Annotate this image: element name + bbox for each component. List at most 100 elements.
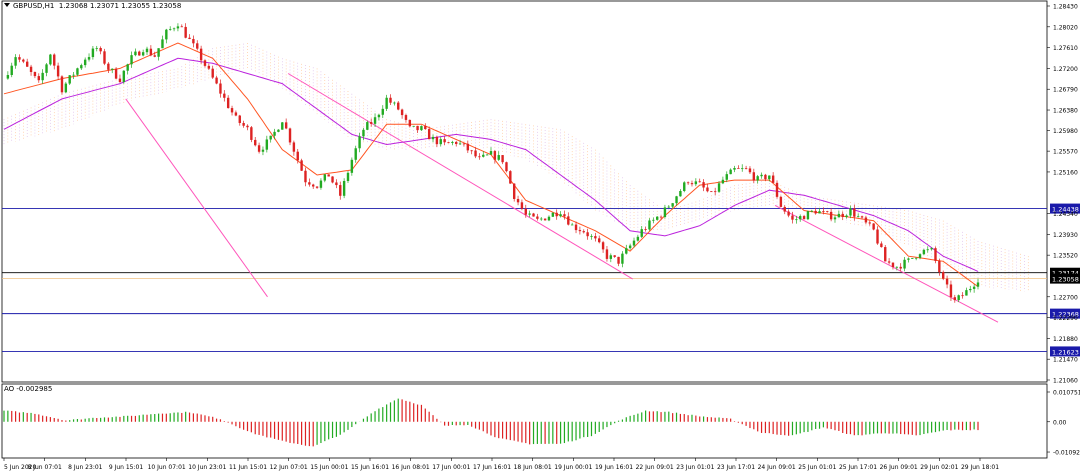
candle-body <box>860 216 864 218</box>
candle-body <box>652 219 655 221</box>
candle-body <box>176 26 180 29</box>
candle-body <box>524 208 527 215</box>
candle-body <box>416 125 419 131</box>
candle-body <box>141 52 145 56</box>
candle-body <box>455 141 458 145</box>
candle-body <box>118 78 122 82</box>
candle-body <box>153 55 156 57</box>
candle-body <box>795 219 798 221</box>
candle-body <box>783 206 786 212</box>
y-tick-label: 1.23520 <box>1053 253 1078 260</box>
candle-body <box>207 65 211 69</box>
slow-moving-average <box>3 57 979 272</box>
candle-body <box>516 198 520 203</box>
candle-body <box>737 168 740 169</box>
x-tick-label: 19 Jun 00:01 <box>554 464 592 471</box>
ao-y-tick-label: 0.00 <box>1053 419 1067 426</box>
candle-body <box>965 290 968 296</box>
candle-body <box>261 149 265 152</box>
candle-body <box>969 288 972 291</box>
candle-body <box>389 97 392 103</box>
candle-body <box>37 76 40 81</box>
x-tick-label: 15 Jun 00:01 <box>310 464 348 471</box>
candle-body <box>234 112 238 116</box>
ao-y-tick-label: -0.010929 <box>1053 450 1080 457</box>
candle-body <box>578 230 582 232</box>
x-tick-label: 11 Jun 15:01 <box>229 464 267 471</box>
candle-body <box>29 66 33 72</box>
trend-channel-line[interactable] <box>287 73 634 280</box>
candle-body <box>145 48 149 53</box>
candle-body <box>296 151 299 161</box>
candle-body <box>331 176 334 183</box>
candle-body <box>787 211 790 216</box>
candle-body <box>628 245 632 249</box>
candle-body <box>242 122 245 126</box>
candle-body <box>238 115 241 123</box>
candle-body <box>458 143 462 145</box>
candle-body <box>230 108 234 113</box>
candle-body <box>864 217 868 223</box>
candle-body <box>570 224 574 226</box>
candle-body <box>470 150 473 152</box>
candle-body <box>319 180 323 188</box>
candle-body <box>165 29 168 40</box>
candle-body <box>180 26 183 28</box>
candle-body <box>246 125 249 128</box>
x-tick-label: 10 Jun 07:01 <box>148 464 186 471</box>
candle-body <box>226 97 230 109</box>
candle-body <box>648 220 651 230</box>
candle-body <box>184 26 187 38</box>
x-tick-label: 23 Jun 17:01 <box>717 464 755 471</box>
x-tick-label: 25 Jun 17:01 <box>839 464 877 471</box>
candle-body <box>710 191 713 193</box>
candle-body <box>304 170 307 183</box>
candle-body <box>768 175 771 180</box>
candle-body <box>733 168 736 170</box>
candle-body <box>868 222 871 224</box>
candle-body <box>385 97 388 109</box>
y-tick-label: 1.28020 <box>1053 24 1078 31</box>
price-chart[interactable]: 1.244381.231741.223681.216231.230581.284… <box>0 0 1080 474</box>
candle-body <box>802 216 806 220</box>
candle-body <box>439 139 442 145</box>
candle-body <box>520 202 524 209</box>
candle-body <box>849 208 852 216</box>
candle-body <box>574 224 578 231</box>
candle-body <box>845 215 848 218</box>
trend-channel-line[interactable] <box>125 98 268 298</box>
candle-body <box>308 182 311 185</box>
trend-channel-line[interactable] <box>774 204 999 323</box>
candle-body <box>957 295 960 301</box>
candle-body <box>451 141 454 143</box>
candle-body <box>327 174 330 177</box>
candle-body <box>412 125 415 127</box>
x-tick-label: 17 Jun 00:01 <box>432 464 470 471</box>
candle-body <box>482 154 485 157</box>
x-tick-label: 15 Jun 16:01 <box>351 464 389 471</box>
candle-body <box>536 216 539 219</box>
candle-body <box>284 122 288 129</box>
candle-body <box>300 160 303 171</box>
candle-body <box>273 131 276 136</box>
candle-body <box>918 254 922 258</box>
x-tick-label: 17 Jun 16:01 <box>473 464 511 471</box>
candle-body <box>814 210 817 214</box>
candle-body <box>938 260 941 273</box>
candle-body <box>350 159 354 173</box>
candle-body <box>45 64 48 73</box>
candle-body <box>922 249 926 255</box>
candle-body <box>497 155 500 160</box>
candle-body <box>130 55 133 65</box>
y-tick-label: 1.26380 <box>1053 108 1078 115</box>
candle-body <box>764 174 767 180</box>
candle-body <box>346 172 350 181</box>
candle-body <box>265 139 269 150</box>
candle-body <box>509 171 512 184</box>
candle-body <box>671 203 674 207</box>
candle-body <box>53 54 56 66</box>
candle-body <box>779 196 783 207</box>
candle-body <box>397 102 400 110</box>
candle-body <box>339 185 342 196</box>
y-tick-label: 1.22290 <box>1053 315 1078 322</box>
